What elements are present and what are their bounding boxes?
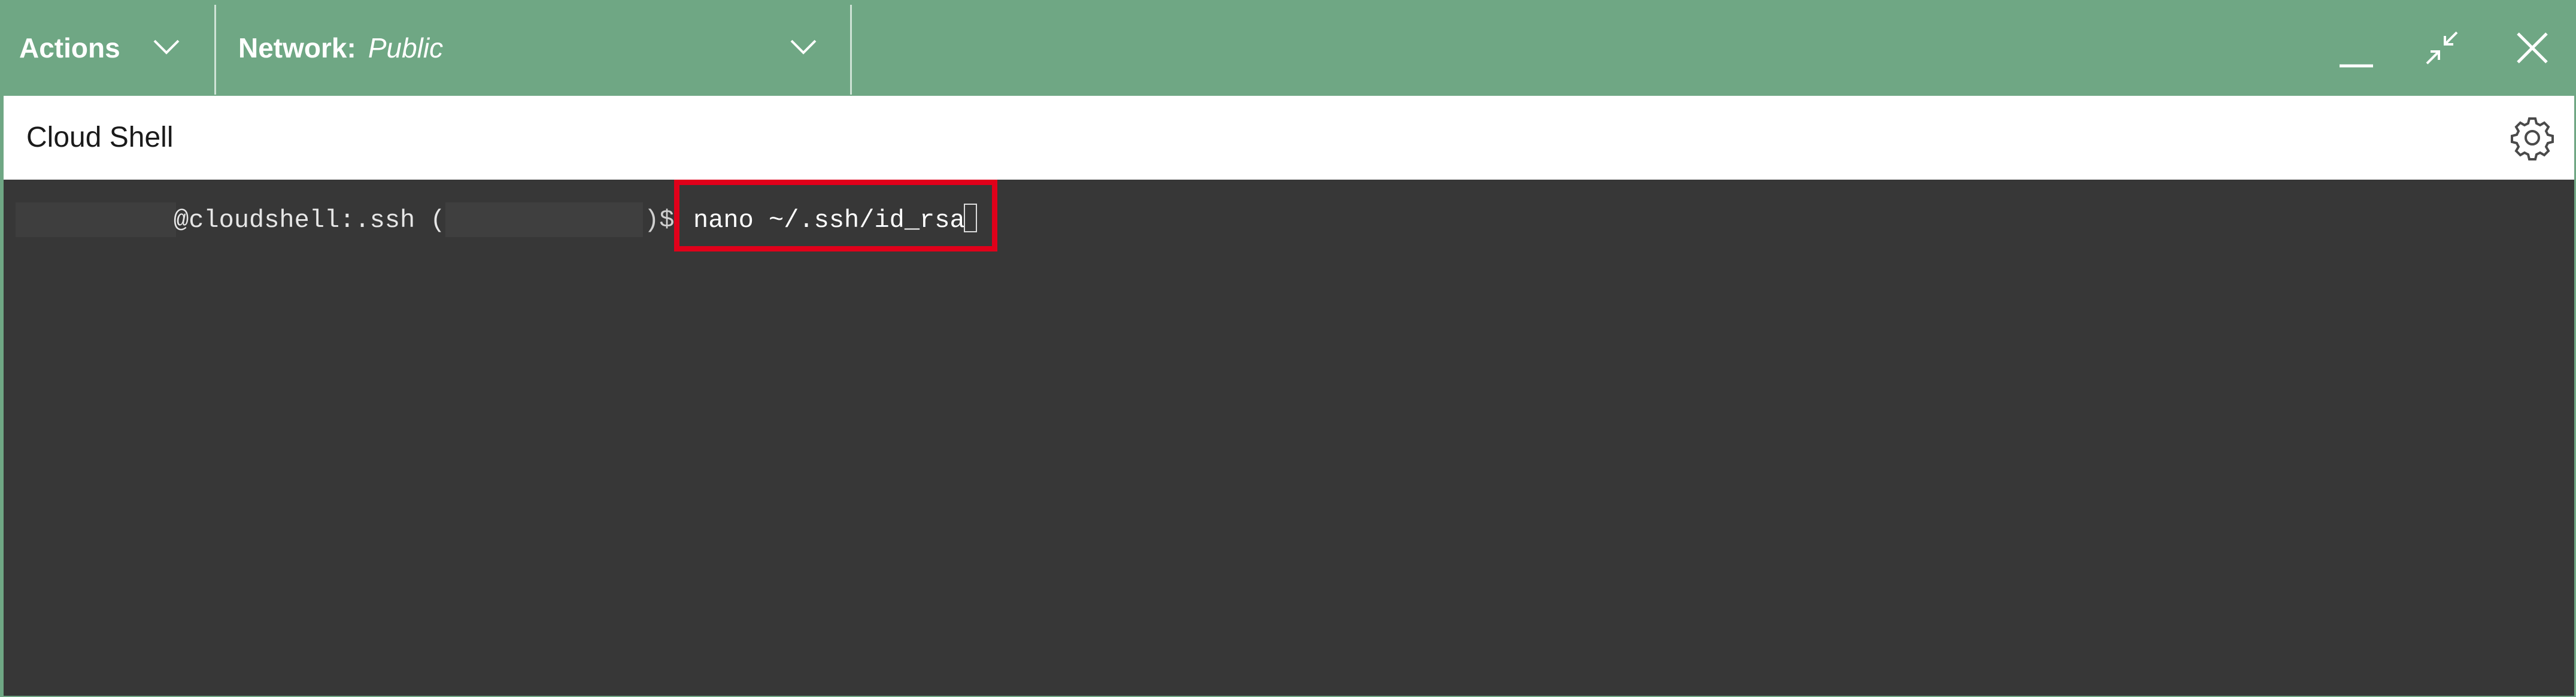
close-button[interactable]: [2508, 24, 2556, 72]
terminal-prompt-tail: )$: [644, 206, 675, 235]
terminal-cursor: [964, 204, 977, 232]
terminal-area[interactable]: @cloudshell:.ssh ( )$ nano ~/.ssh/id_rsa: [4, 180, 2574, 696]
terminal-command: nano ~/.ssh/id_rsa: [693, 206, 965, 235]
redacted-project: [445, 202, 643, 237]
minimize-button[interactable]: [2331, 24, 2379, 72]
network-value: Public: [368, 32, 444, 63]
actions-label: Actions: [19, 32, 120, 63]
cloud-shell-window: Actions Network: Public Cloud Shell @clo…: [0, 0, 2576, 697]
close-icon: [2517, 32, 2548, 63]
restore-icon: [2426, 31, 2458, 65]
toolbar-divider: [850, 5, 852, 95]
toolbar-divider: [214, 5, 216, 95]
cloud-shell-title: Cloud Shell: [26, 122, 174, 153]
terminal-prompt-host: @cloudshell:.ssh (: [174, 206, 445, 235]
minimize-icon: [2340, 64, 2373, 68]
network-dropdown[interactable]: Network: Public: [217, 0, 850, 96]
cloud-shell-toolbar: Actions Network: Public: [0, 0, 2576, 96]
actions-menu-button[interactable]: Actions: [0, 0, 214, 96]
chevron-down-icon: [153, 40, 180, 54]
network-label: Network:: [238, 32, 356, 63]
restore-button[interactable]: [2419, 24, 2466, 72]
redacted-username: [16, 202, 176, 237]
cloud-shell-header: Cloud Shell: [4, 96, 2574, 180]
gear-icon[interactable]: [2510, 115, 2555, 160]
chevron-down-icon: [790, 40, 817, 54]
